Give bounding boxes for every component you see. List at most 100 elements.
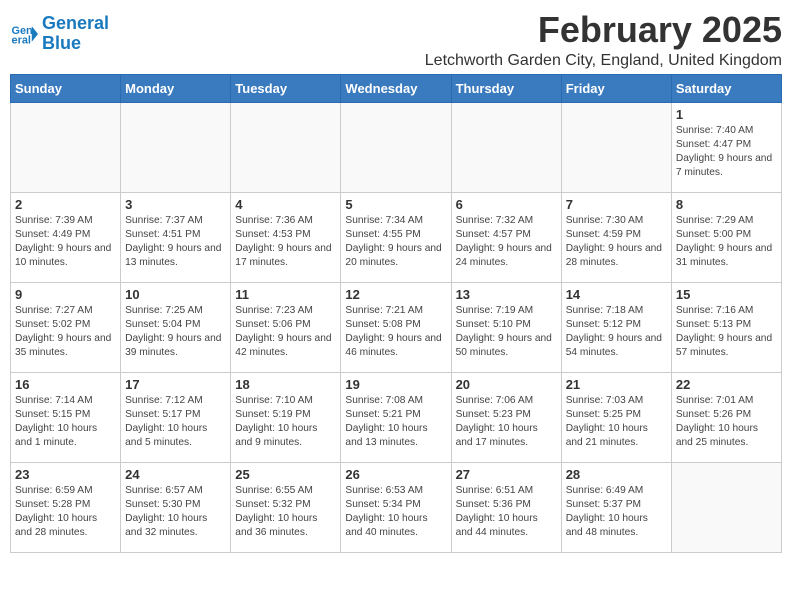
calendar-week-row: 23Sunrise: 6:59 AM Sunset: 5:28 PM Dayli…: [11, 462, 782, 552]
weekday-header-friday: Friday: [561, 74, 671, 102]
day-info: Sunrise: 6:53 AM Sunset: 5:34 PM Dayligh…: [345, 484, 446, 541]
weekday-header-wednesday: Wednesday: [341, 74, 451, 102]
logo-line1: General: [42, 13, 109, 33]
day-number: 8: [676, 197, 777, 212]
day-info: Sunrise: 7:39 AM Sunset: 4:49 PM Dayligh…: [15, 214, 116, 271]
day-info: Sunrise: 7:10 AM Sunset: 5:19 PM Dayligh…: [235, 394, 336, 451]
calendar-cell: 12 Sunrise: 7:21 AM Sunset: 5:08 PM Dayli…: [341, 282, 451, 372]
logo-icon: Gen eral: [10, 20, 38, 48]
day-info: Sunrise: 7:01 AM Sunset: 5:26 PM Dayligh…: [676, 394, 777, 451]
day-number: 12: [345, 287, 446, 302]
calendar-cell: 1Sunrise: 7:40 AM Sunset: 4:47 PM Daylig…: [671, 102, 781, 192]
day-info: Sunrise: 7:14 AM Sunset: 5:15 PM Dayligh…: [15, 394, 116, 451]
calendar-week-row: 9 Sunrise: 7:27 AM Sunset: 5:02 PM Daylig…: [11, 282, 782, 372]
day-number: 14: [566, 287, 667, 302]
calendar-cell: 19 Sunrise: 7:08 AM Sunset: 5:21 PM Dayli…: [341, 372, 451, 462]
day-number: 6: [456, 197, 557, 212]
day-number: 16: [15, 377, 116, 392]
calendar-cell: 18 Sunrise: 7:10 AM Sunset: 5:19 PM Dayli…: [231, 372, 341, 462]
calendar-cell: 4 Sunrise: 7:36 AM Sunset: 4:53 PM Daylig…: [231, 192, 341, 282]
day-number: 26: [345, 467, 446, 482]
calendar-cell: 16 Sunrise: 7:14 AM Sunset: 5:15 PM Dayli…: [11, 372, 121, 462]
calendar-cell: 27 Sunrise: 6:51 AM Sunset: 5:36 PM Dayli…: [451, 462, 561, 552]
calendar-cell: 21 Sunrise: 7:03 AM Sunset: 5:25 PM Dayli…: [561, 372, 671, 462]
day-number: 18: [235, 377, 336, 392]
logo-line2: Blue: [42, 33, 81, 53]
day-number: 5: [345, 197, 446, 212]
calendar-cell: 5 Sunrise: 7:34 AM Sunset: 4:55 PM Daylig…: [341, 192, 451, 282]
header: Gen eral General Blue February 2025 Letc…: [10, 10, 782, 70]
day-info: Sunrise: 7:30 AM Sunset: 4:59 PM Dayligh…: [566, 214, 667, 271]
title-area: February 2025 Letchworth Garden City, En…: [425, 10, 782, 70]
calendar: SundayMondayTuesdayWednesdayThursdayFrid…: [10, 74, 782, 553]
day-number: 20: [456, 377, 557, 392]
weekday-header-sunday: Sunday: [11, 74, 121, 102]
calendar-cell: 17 Sunrise: 7:12 AM Sunset: 5:17 PM Dayli…: [121, 372, 231, 462]
calendar-cell: 7 Sunrise: 7:30 AM Sunset: 4:59 PM Daylig…: [561, 192, 671, 282]
calendar-cell: [11, 102, 121, 192]
day-number: 21: [566, 377, 667, 392]
day-info: Sunrise: 7:36 AM Sunset: 4:53 PM Dayligh…: [235, 214, 336, 271]
day-info: Sunrise: 6:55 AM Sunset: 5:32 PM Dayligh…: [235, 484, 336, 541]
day-number: 28: [566, 467, 667, 482]
day-number: 2: [15, 197, 116, 212]
day-info: Sunrise: 7:27 AM Sunset: 5:02 PM Dayligh…: [15, 304, 116, 361]
logo: Gen eral General Blue: [10, 10, 109, 54]
calendar-cell: [121, 102, 231, 192]
calendar-cell: [451, 102, 561, 192]
day-info: Sunrise: 7:19 AM Sunset: 5:10 PM Dayligh…: [456, 304, 557, 361]
day-number: 22: [676, 377, 777, 392]
day-info: Sunrise: 7:12 AM Sunset: 5:17 PM Dayligh…: [125, 394, 226, 451]
weekday-header-tuesday: Tuesday: [231, 74, 341, 102]
day-number: 4: [235, 197, 336, 212]
svg-text:eral: eral: [12, 34, 31, 46]
calendar-cell: [341, 102, 451, 192]
calendar-cell: 28Sunrise: 6:49 AM Sunset: 5:37 PM Dayli…: [561, 462, 671, 552]
calendar-week-row: 1Sunrise: 7:40 AM Sunset: 4:47 PM Daylig…: [11, 102, 782, 192]
day-number: 10: [125, 287, 226, 302]
day-number: 24: [125, 467, 226, 482]
calendar-cell: 15Sunrise: 7:16 AM Sunset: 5:13 PM Dayli…: [671, 282, 781, 372]
calendar-cell: 8 Sunrise: 7:29 AM Sunset: 5:00 PM Daylig…: [671, 192, 781, 282]
weekday-header-monday: Monday: [121, 74, 231, 102]
day-number: 19: [345, 377, 446, 392]
day-number: 17: [125, 377, 226, 392]
day-number: 7: [566, 197, 667, 212]
calendar-week-row: 2 Sunrise: 7:39 AM Sunset: 4:49 PM Daylig…: [11, 192, 782, 282]
calendar-cell: [231, 102, 341, 192]
day-info: Sunrise: 7:06 AM Sunset: 5:23 PM Dayligh…: [456, 394, 557, 451]
day-info: Sunrise: 7:08 AM Sunset: 5:21 PM Dayligh…: [345, 394, 446, 451]
day-info: Sunrise: 7:03 AM Sunset: 5:25 PM Dayligh…: [566, 394, 667, 451]
calendar-cell: 3 Sunrise: 7:37 AM Sunset: 4:51 PM Daylig…: [121, 192, 231, 282]
day-info: Sunrise: 7:37 AM Sunset: 4:51 PM Dayligh…: [125, 214, 226, 271]
calendar-cell: 14 Sunrise: 7:18 AM Sunset: 5:12 PM Dayli…: [561, 282, 671, 372]
calendar-cell: 9 Sunrise: 7:27 AM Sunset: 5:02 PM Daylig…: [11, 282, 121, 372]
calendar-week-row: 16 Sunrise: 7:14 AM Sunset: 5:15 PM Dayli…: [11, 372, 782, 462]
day-number: 3: [125, 197, 226, 212]
calendar-cell: 6 Sunrise: 7:32 AM Sunset: 4:57 PM Daylig…: [451, 192, 561, 282]
calendar-cell: [671, 462, 781, 552]
day-info: Sunrise: 7:16 AM Sunset: 5:13 PM Dayligh…: [676, 304, 777, 361]
day-info: Sunrise: 7:18 AM Sunset: 5:12 PM Dayligh…: [566, 304, 667, 361]
weekday-header-thursday: Thursday: [451, 74, 561, 102]
day-info: Sunrise: 7:34 AM Sunset: 4:55 PM Dayligh…: [345, 214, 446, 271]
logo-text: General Blue: [42, 14, 109, 54]
calendar-cell: 2 Sunrise: 7:39 AM Sunset: 4:49 PM Daylig…: [11, 192, 121, 282]
day-info: Sunrise: 7:25 AM Sunset: 5:04 PM Dayligh…: [125, 304, 226, 361]
calendar-header-row: SundayMondayTuesdayWednesdayThursdayFrid…: [11, 74, 782, 102]
month-title: February 2025: [425, 10, 782, 50]
day-info: Sunrise: 7:21 AM Sunset: 5:08 PM Dayligh…: [345, 304, 446, 361]
day-number: 23: [15, 467, 116, 482]
calendar-cell: 24 Sunrise: 6:57 AM Sunset: 5:30 PM Dayli…: [121, 462, 231, 552]
calendar-cell: [561, 102, 671, 192]
day-info: Sunrise: 6:57 AM Sunset: 5:30 PM Dayligh…: [125, 484, 226, 541]
day-info: Sunrise: 7:23 AM Sunset: 5:06 PM Dayligh…: [235, 304, 336, 361]
day-info: Sunrise: 7:29 AM Sunset: 5:00 PM Dayligh…: [676, 214, 777, 271]
day-number: 11: [235, 287, 336, 302]
day-info: Sunrise: 6:51 AM Sunset: 5:36 PM Dayligh…: [456, 484, 557, 541]
day-number: 27: [456, 467, 557, 482]
day-info: Sunrise: 7:32 AM Sunset: 4:57 PM Dayligh…: [456, 214, 557, 271]
day-number: 13: [456, 287, 557, 302]
day-number: 9: [15, 287, 116, 302]
calendar-cell: 26 Sunrise: 6:53 AM Sunset: 5:34 PM Dayli…: [341, 462, 451, 552]
